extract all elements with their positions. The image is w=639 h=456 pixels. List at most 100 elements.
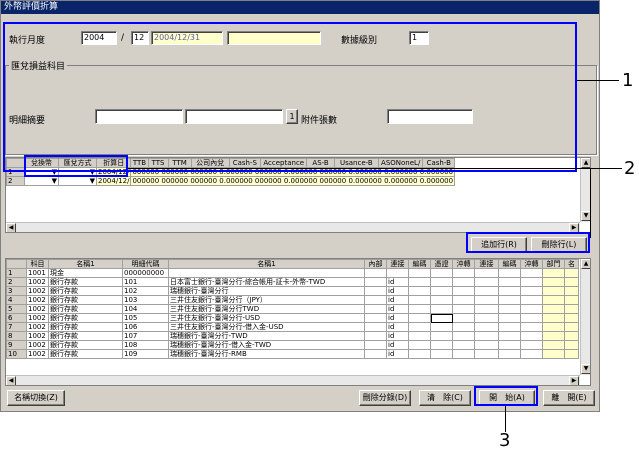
link-cell-2[interactable] (474, 322, 499, 332)
code-cell[interactable] (408, 340, 431, 350)
name-cell[interactable] (564, 277, 579, 287)
name-cell[interactable] (564, 349, 579, 359)
department-cell[interactable] (542, 331, 565, 341)
account-name-cell[interactable]: 銀行存款 (48, 304, 123, 314)
detail-code-cell[interactable]: 101 (122, 277, 169, 287)
internal-cell[interactable] (364, 268, 387, 278)
code-cell[interactable] (408, 277, 431, 287)
link-cell-2[interactable] (474, 268, 499, 278)
offset-cell[interactable] (452, 277, 475, 287)
detail-code-cell[interactable]: 107 (122, 331, 169, 341)
name-cell[interactable] (564, 322, 579, 332)
internal-cell[interactable] (364, 340, 387, 350)
link-cell-2[interactable] (474, 304, 499, 314)
name-cell[interactable] (564, 340, 579, 350)
col-header[interactable]: 沖轉 (520, 259, 543, 269)
link-cell[interactable]: id (386, 340, 409, 350)
offset-cell[interactable] (452, 331, 475, 341)
table-row[interactable]: 7 1002 銀行存款 106 三井住友銀行-臺灣分行-借入金-USD id (6, 322, 579, 332)
link-cell-2[interactable] (474, 277, 499, 287)
name-cell[interactable] (564, 331, 579, 341)
table-row[interactable]: 8 1002 銀行存款 107 瑞穗銀行-臺灣分行-TWD id (6, 331, 579, 341)
voucher-cell[interactable] (430, 322, 453, 332)
col-header[interactable]: 內部 (364, 259, 387, 269)
offset-cell-2[interactable] (520, 304, 543, 314)
detail-name-cell[interactable]: 瑞穗銀行-臺灣分行-TWD (168, 331, 365, 341)
code-cell[interactable] (408, 313, 431, 323)
internal-cell[interactable] (364, 313, 387, 323)
offset-cell[interactable] (452, 313, 475, 323)
department-cell[interactable] (542, 340, 565, 350)
link-cell[interactable]: id (386, 349, 409, 359)
method-select[interactable]: ▼ (58, 176, 97, 186)
detail-name-cell[interactable]: 三井住友銀行-臺灣分行-借入金-USD (168, 322, 365, 332)
department-cell[interactable] (542, 268, 565, 278)
detail-code-cell[interactable]: 102 (122, 286, 169, 296)
link-cell-2[interactable] (474, 286, 499, 296)
offset-cell-2[interactable] (520, 322, 543, 332)
voucher-cell[interactable] (430, 277, 453, 287)
offset-cell-2[interactable] (520, 277, 543, 287)
voucher-cell[interactable] (430, 268, 453, 278)
offset-cell-2[interactable] (520, 331, 543, 341)
account-name-cell[interactable]: 銀行存款 (48, 322, 123, 332)
link-cell[interactable]: id (386, 286, 409, 296)
account-code-cell[interactable]: 1001 (26, 268, 49, 278)
detail-code-cell[interactable]: 109 (122, 349, 169, 359)
name-cell[interactable] (564, 313, 579, 323)
code-cell-2[interactable] (498, 349, 521, 359)
link-cell[interactable]: id (386, 304, 409, 314)
name-switch-button[interactable]: 名稱切換(Z) (7, 390, 65, 406)
internal-cell[interactable] (364, 322, 387, 332)
code-cell-2[interactable] (498, 340, 521, 350)
internal-cell[interactable] (364, 277, 387, 287)
code-cell[interactable] (408, 331, 431, 341)
table-row[interactable]: 6 1002 銀行存款 105 三井住友銀行-臺灣分行-USD id (6, 313, 579, 323)
account-name-cell[interactable]: 銀行存款 (48, 295, 123, 305)
detail-name-cell[interactable]: 日本富士銀行-臺灣分行-綜合帳用-証卡-外幣-TWD (168, 277, 365, 287)
department-cell[interactable] (542, 295, 565, 305)
link-cell[interactable]: id (386, 322, 409, 332)
offset-cell[interactable] (452, 340, 475, 350)
code-cell-2[interactable] (498, 268, 521, 278)
conversion-date-cell[interactable]: 2004/12/ (95, 176, 132, 186)
voucher-cell[interactable] (430, 295, 453, 305)
table-row[interactable]: 2 1002 銀行存款 101 日本富士銀行-臺灣分行-綜合帳用-証卡-外幣-TWD id (6, 277, 579, 287)
link-cell[interactable] (386, 268, 409, 278)
offset-cell[interactable] (452, 304, 475, 314)
col-header[interactable]: 沖轉 (452, 259, 475, 269)
col-header[interactable]: 明細代碼 (122, 259, 169, 269)
detail-name-cell[interactable]: 瑞穗銀行-臺灣分行-RMB (168, 349, 365, 359)
table-row[interactable]: 1 1001 現金 000000000 (6, 268, 579, 278)
code-cell-2[interactable] (498, 304, 521, 314)
col-header[interactable]: 憑證 (430, 259, 453, 269)
clear-button[interactable]: 清 除(C) (419, 390, 471, 406)
table-row[interactable]: 2 ▼ ▼ 2004/12/ 000000 000000 000000 0.00… (6, 176, 456, 186)
account-name-cell[interactable]: 銀行存款 (48, 331, 123, 341)
code-cell-2[interactable] (498, 322, 521, 332)
detail-name-cell[interactable]: 三井住友銀行-臺灣分行-USD (168, 313, 365, 323)
code-cell[interactable] (408, 295, 431, 305)
chevron-down-icon[interactable]: ▼ (90, 178, 95, 185)
col-header[interactable]: 編碼 (408, 259, 431, 269)
code-cell[interactable] (408, 286, 431, 296)
link-cell[interactable]: id (386, 295, 409, 305)
name-cell[interactable] (564, 268, 579, 278)
col-header[interactable]: 名 (564, 259, 579, 269)
department-cell[interactable] (542, 286, 565, 296)
code-cell[interactable] (408, 304, 431, 314)
detail-name-cell[interactable] (168, 268, 365, 278)
account-name-cell[interactable]: 現金 (48, 268, 123, 278)
detail-code-cell[interactable]: 106 (122, 322, 169, 332)
detail-name-cell[interactable]: 瑞穗銀行-臺灣分行 (168, 286, 365, 296)
internal-cell[interactable] (364, 295, 387, 305)
table-row[interactable]: 9 1002 銀行存款 108 瑞穗銀行-臺灣分行-借入金-TWD id (6, 340, 579, 350)
col-header[interactable]: 編碼 (498, 259, 521, 269)
scroll-left-icon[interactable]: ◀ (6, 223, 16, 232)
link-cell-2[interactable] (474, 340, 499, 350)
offset-cell[interactable] (452, 322, 475, 332)
link-cell[interactable]: id (386, 277, 409, 287)
offset-cell[interactable] (452, 349, 475, 359)
code-cell[interactable] (408, 349, 431, 359)
voucher-cell[interactable] (430, 340, 453, 350)
